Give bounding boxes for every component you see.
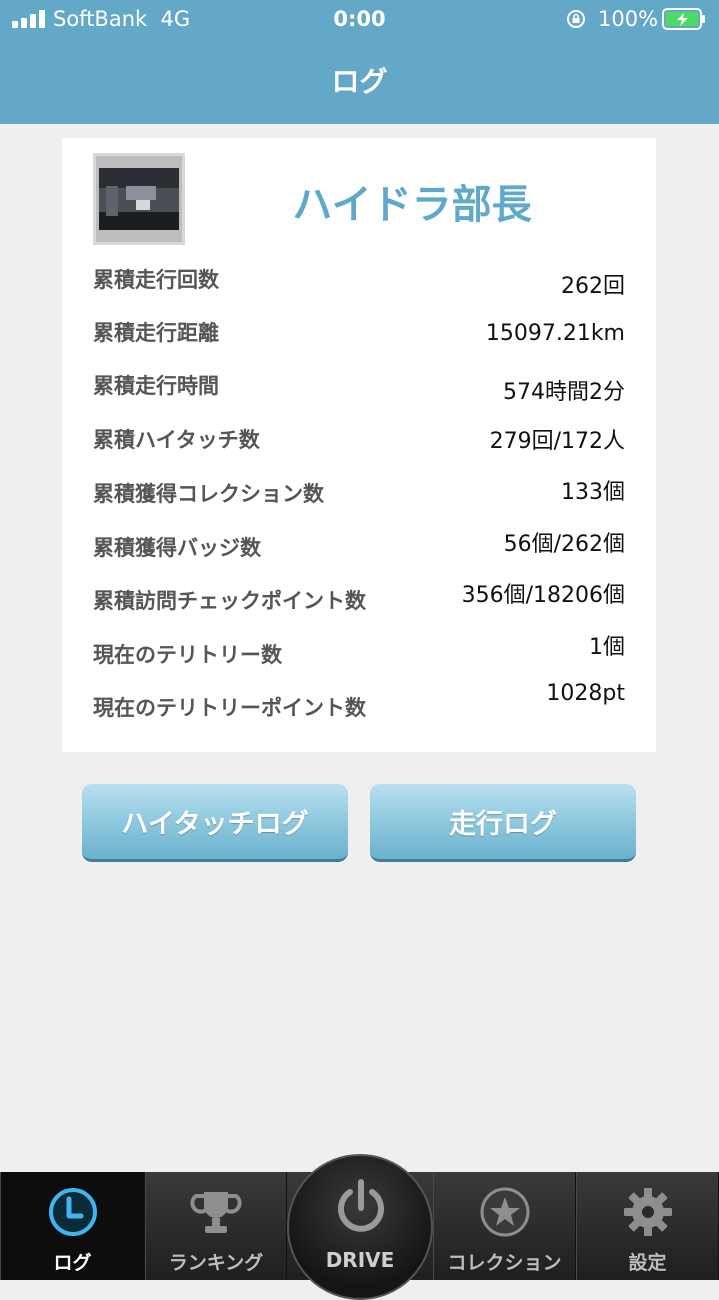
stat-row: 累積獲得バッジ数 56個/262個	[93, 532, 625, 572]
tab-collection[interactable]: コレクション	[433, 1172, 576, 1280]
stat-label: 累積ハイタッチ数	[93, 428, 260, 452]
app-header: SoftBank 4G 0:00 100% ログ	[0, 0, 719, 124]
star-icon	[480, 1187, 529, 1237]
tab-label: ランキング	[168, 1252, 264, 1274]
power-icon	[338, 1179, 384, 1232]
trophy-icon	[190, 1192, 242, 1233]
gear-icon	[623, 1188, 672, 1236]
profile-card: ハイドラ部長 累積走行回数 262回 累積走行距離 15097.21km 累積走…	[62, 138, 656, 752]
stat-label: 累積獲得バッジ数	[93, 536, 261, 560]
stat-row: 現在のテリトリー数 1個	[93, 635, 625, 679]
battery-charging-icon	[662, 8, 705, 30]
stat-row: 現在のテリトリーポイント数 1028pt	[93, 681, 625, 732]
stat-row: 累積走行距離 15097.21km	[93, 317, 625, 357]
username: ハイドラ部長	[292, 182, 532, 228]
stat-value: 356個/18206個	[461, 583, 625, 608]
tab-label: ログ	[53, 1252, 92, 1274]
stat-value: 133個	[561, 480, 625, 505]
stat-value: 15097.21km	[485, 321, 625, 346]
stat-value: 262回	[561, 274, 625, 299]
stat-label: 累積走行回数	[93, 268, 219, 292]
drive-button[interactable]: DRIVE	[287, 1154, 433, 1300]
drive-log-button[interactable]: 走行ログ	[370, 784, 636, 862]
stat-row: 累積訪問チェックポイント数 356個/18206個	[93, 583, 625, 625]
tab-ranking[interactable]: ランキング	[145, 1172, 287, 1280]
stat-label: 累積獲得コレクション数	[93, 482, 324, 506]
tab-settings[interactable]: 設定	[576, 1172, 719, 1280]
hitouch-log-button[interactable]: ハイタッチログ	[82, 784, 348, 862]
stat-value: 279回/172人	[489, 429, 625, 454]
stat-row: 累積獲得コレクション数 133個	[93, 478, 625, 518]
stat-value: 1028pt	[546, 681, 625, 706]
stat-row: 累積走行時間 574時間2分	[93, 370, 625, 410]
stat-label: 累積訪問チェックポイント数	[93, 589, 366, 613]
stat-label: 累積走行時間	[93, 374, 219, 398]
tab-log[interactable]: ログ	[0, 1172, 145, 1280]
stat-label: 累積走行距離	[93, 321, 219, 345]
avatar-image	[96, 156, 182, 242]
tab-label: コレクション	[447, 1252, 562, 1274]
stat-row: 累積ハイタッチ数 279回/172人	[93, 424, 625, 464]
stat-value: 574時間2分	[503, 380, 625, 405]
avatar[interactable]	[93, 153, 185, 245]
rotation-lock-icon	[567, 10, 585, 28]
stat-value: 1個	[589, 635, 625, 660]
clock-icon	[48, 1188, 97, 1236]
tab-label: 設定	[628, 1252, 667, 1274]
stat-label: 現在のテリトリー数	[93, 643, 282, 667]
stat-value: 56個/262個	[503, 532, 625, 557]
drive-label: DRIVE	[325, 1248, 395, 1272]
stat-label: 現在のテリトリーポイント数	[93, 696, 366, 720]
page-title: ログ	[331, 65, 388, 98]
stat-row: 累積走行回数 262回	[93, 264, 625, 304]
status-bar: SoftBank 4G 0:00 100%	[0, 0, 719, 40]
battery-percent: 100%	[598, 7, 659, 31]
